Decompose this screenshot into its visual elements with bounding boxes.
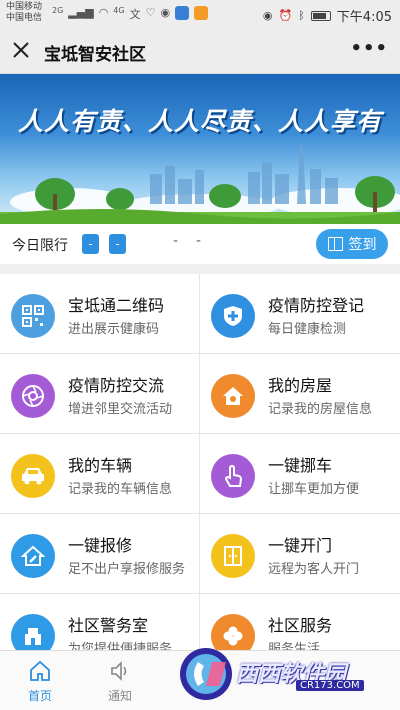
service-move-car[interactable]: 一键挪车 让挪车更加方便 xyxy=(200,434,399,513)
service-epidemic-exchange[interactable]: 疫情防控交流 增进邻里交流活动 xyxy=(0,354,199,433)
limit-number-1: - xyxy=(82,234,99,254)
service-icon-bg xyxy=(11,614,55,650)
limit-dash-2: - xyxy=(196,233,202,249)
service-title: 疫情防控登记 xyxy=(268,296,365,315)
repair-house-icon xyxy=(21,545,45,566)
bluetooth-icon: ᛒ xyxy=(298,9,305,22)
carrier-1: 中国移动 xyxy=(6,2,43,12)
wechat-icon: ◉ xyxy=(160,6,171,19)
qr-code-icon xyxy=(22,305,44,327)
service-subtitle: 进出展示健康码 xyxy=(68,322,160,337)
service-subtitle: 记录我的车辆信息 xyxy=(68,482,173,497)
service-subtitle: 足不出户享报修服务 xyxy=(68,562,186,577)
service-subtitle: 每日健康检测 xyxy=(268,322,347,337)
gift-icon xyxy=(327,237,343,251)
more-button[interactable]: ••• xyxy=(350,40,388,58)
service-icon-bg xyxy=(211,294,255,338)
service-icon-bg xyxy=(11,454,55,498)
notification-icons: 2G ▂▄▆ ◠ 4G 文 ♡ ◉ xyxy=(52,6,209,22)
limit-number-2: - xyxy=(109,234,126,254)
speaker-icon xyxy=(111,661,127,681)
tab-home-label: 首页 xyxy=(27,689,52,703)
clock: 下午4:05 xyxy=(336,10,392,25)
service-title: 一键报修 xyxy=(68,536,133,555)
banner-slogan: 人人有责、人人尽责、人人享有 xyxy=(17,107,382,136)
service-my-house[interactable]: 我的房屋 记录我的房屋信息 xyxy=(200,354,399,433)
service-title: 一键开门 xyxy=(268,536,333,555)
more-dots-icon: ••• xyxy=(350,38,388,59)
service-epidemic-register[interactable]: 疫情防控登记 每日健康检测 xyxy=(200,274,399,353)
service-icon-bg xyxy=(11,534,55,578)
door-icon xyxy=(224,546,242,566)
service-title: 社区服务 xyxy=(268,616,333,635)
battery-icon xyxy=(310,10,331,21)
service-qr-code[interactable]: 宝坻通二维码 进出展示健康码 xyxy=(0,274,199,353)
service-icon-bg xyxy=(211,454,255,498)
service-subtitle: 远程为客人开门 xyxy=(268,562,360,577)
service-title: 宝坻通二维码 xyxy=(68,296,165,315)
watermark-url: CR173.COM xyxy=(296,680,364,691)
tab-notice-label: 通知 xyxy=(107,689,132,703)
service-repair[interactable]: 一键报修 足不出户享报修服务 xyxy=(0,514,199,593)
camera-aperture-icon xyxy=(22,385,44,407)
carrier-info: 中国移动 中国电信 xyxy=(6,2,42,24)
page-title: 宝坻智安社区 xyxy=(44,45,146,65)
carrier-2: 中国电信 xyxy=(6,13,43,23)
service-title: 我的房屋 xyxy=(268,376,333,395)
checkin-label: 签到 xyxy=(348,237,377,253)
video-app-icon xyxy=(194,6,209,20)
eye-icon: ◉ xyxy=(262,9,273,22)
service-my-vehicle[interactable]: 我的车辆 记录我的车辆信息 xyxy=(0,434,199,513)
service-icon-bg xyxy=(11,294,55,338)
status-bar: 中国移动 中国电信 2G ▂▄▆ ◠ 4G 文 ♡ ◉ ◉ ⏰ ᛒ 下午4:05 xyxy=(0,0,400,28)
car-icon xyxy=(22,468,44,485)
nav-bar: 宝坻智安社区 ••• xyxy=(0,28,400,74)
service-title: 一键挪车 xyxy=(268,456,333,475)
service-subtitle: 为您提供便捷服务 xyxy=(68,642,173,650)
system-icons: ◉ ⏰ ᛒ 下午4:05 xyxy=(263,6,392,25)
service-title: 疫情防控交流 xyxy=(68,376,165,395)
checkin-button[interactable]: 签到 xyxy=(316,229,388,259)
alarm-icon: ⏰ xyxy=(278,9,293,22)
translate-icon: 文 xyxy=(129,8,141,21)
service-police-station[interactable]: 社区警务室 为您提供便捷服务 xyxy=(0,594,199,650)
house-icon xyxy=(223,387,243,405)
network-type: 2G xyxy=(52,6,64,15)
service-grid: 宝坻通二维码 进出展示健康码 疫情防控登记 每日健康检测 疫情防控交流 增进邻里… xyxy=(0,274,400,650)
service-icon-bg xyxy=(211,374,255,418)
limit-dash-1: - xyxy=(173,233,179,249)
watermark-logo-icon xyxy=(180,648,232,700)
service-icon-bg xyxy=(211,534,255,578)
traffic-limit-bar: 今日限行 - - - - 签到 xyxy=(0,224,400,264)
tab-home[interactable]: 首页 xyxy=(0,651,80,710)
close-button[interactable] xyxy=(10,39,32,61)
home-icon xyxy=(30,660,50,681)
wifi-icon: ◠ xyxy=(98,6,109,19)
traffic-limit-label: 今日限行 xyxy=(12,238,68,254)
service-title: 我的车辆 xyxy=(68,456,133,475)
watermark: 西西软件园 CR173.COM xyxy=(176,640,398,706)
close-icon xyxy=(13,42,29,58)
network-type-2: 4G xyxy=(113,6,125,15)
service-subtitle: 记录我的房屋信息 xyxy=(268,402,373,417)
service-subtitle: 让挪车更加方便 xyxy=(268,482,360,497)
service-icon-bg xyxy=(11,374,55,418)
service-subtitle: 增进邻里交流活动 xyxy=(68,402,173,417)
tab-notice[interactable]: 通知 xyxy=(80,651,160,710)
shield-plus-icon xyxy=(224,306,242,326)
service-title: 社区警务室 xyxy=(68,616,149,635)
service-open-door[interactable]: 一键开门 远程为客人开门 xyxy=(200,514,399,593)
banner-scenery xyxy=(0,144,400,224)
heart-icon: ♡ xyxy=(145,6,156,19)
police-station-icon xyxy=(25,628,41,645)
signal-icon: ▂▄▆ xyxy=(68,6,94,19)
tap-hand-icon xyxy=(224,464,243,487)
app-badge-icon xyxy=(175,6,190,20)
banner[interactable]: 人人有责、人人尽责、人人享有 xyxy=(0,74,400,224)
